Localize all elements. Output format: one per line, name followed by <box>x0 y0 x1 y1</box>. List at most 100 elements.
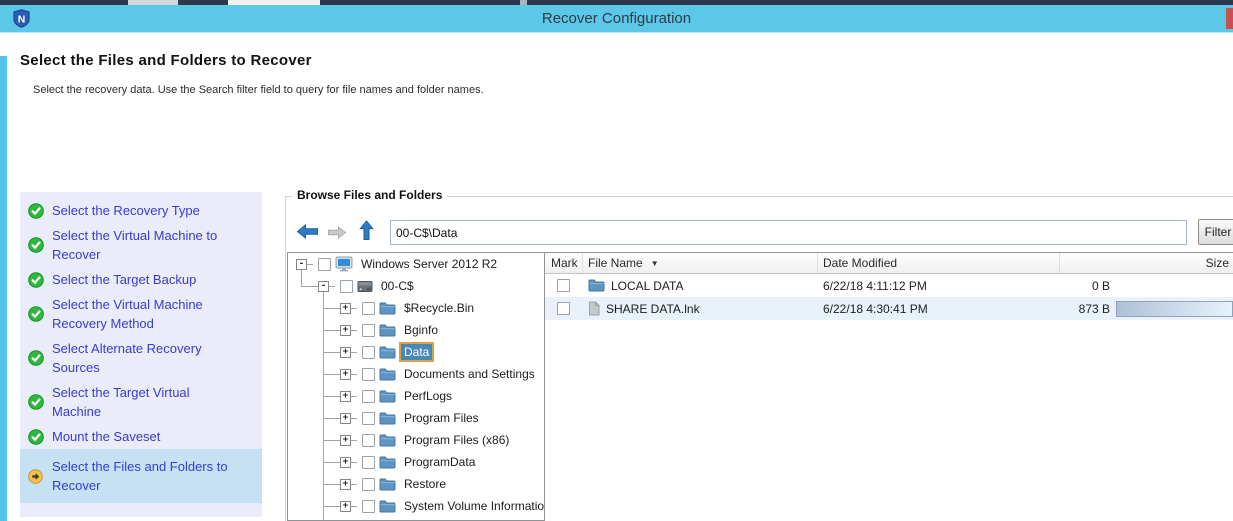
file-icon <box>588 301 600 316</box>
tree-connector-line <box>323 330 340 331</box>
filter-button[interactable]: Filter <box>1198 219 1233 245</box>
folder-icon <box>379 368 396 381</box>
tree-connector-line <box>323 352 340 353</box>
file-row[interactable]: SHARE DATA.lnk6/22/18 4:30:41 PM873 B <box>545 297 1233 320</box>
tree-connector-line <box>351 484 357 485</box>
tree-node[interactable]: + Restore <box>288 473 544 495</box>
tree-node[interactable]: + Program Files <box>288 407 544 429</box>
tree-node[interactable]: + Program Files (x86) <box>288 429 544 451</box>
column-header-date-modified[interactable]: Date Modified <box>818 253 1060 273</box>
tree-connector-line <box>301 270 302 287</box>
tree-node-label[interactable]: ProgramData <box>401 454 478 470</box>
file-list-body: LOCAL DATA6/22/18 4:11:12 PM0 BSHARE DAT… <box>545 274 1233 320</box>
expand-icon[interactable]: + <box>340 325 351 336</box>
expand-icon[interactable]: + <box>340 347 351 358</box>
tree-node-label[interactable]: Documents and Settings <box>401 366 538 382</box>
forward-button[interactable] <box>327 226 347 239</box>
wizard-step-label: Select the Target Virtual Machine <box>52 383 238 421</box>
wizard-step-label: Select the Recovery Type <box>52 201 238 220</box>
column-header-mark[interactable]: Mark <box>545 253 583 273</box>
wizard-step[interactable]: Select the Files and Folders to Recover <box>20 449 262 503</box>
tree-node-label[interactable]: Restore <box>401 476 449 492</box>
tree-node[interactable]: + Documents and Settings <box>288 363 544 385</box>
tree-node-label[interactable]: Windows Server 2012 R2 <box>358 256 500 272</box>
up-arrow-icon <box>359 220 374 241</box>
tree-node[interactable]: - 00-C$ <box>288 275 544 297</box>
expand-icon[interactable]: + <box>340 303 351 314</box>
tree-checkbox[interactable] <box>362 368 375 381</box>
tree-node-label[interactable]: $Recycle.Bin <box>401 300 477 316</box>
tree-checkbox[interactable] <box>362 412 375 425</box>
wizard-step-label: Select the Virtual Machine Recovery Meth… <box>52 295 238 333</box>
path-input[interactable] <box>390 220 1187 245</box>
tree-node-label[interactable]: Data <box>401 344 432 360</box>
file-row[interactable]: LOCAL DATA6/22/18 4:11:12 PM0 B <box>545 274 1233 297</box>
up-button[interactable] <box>359 220 374 241</box>
wizard-step[interactable]: Select Alternate Recovery Sources <box>20 336 262 380</box>
column-header-file-name[interactable]: File Name <box>583 253 818 273</box>
page-title: Select the Files and Folders to Recover <box>20 52 312 69</box>
step-done-icon <box>28 237 44 253</box>
wizard-step[interactable]: Select the Target Backup <box>20 267 262 292</box>
folder-icon <box>379 346 396 359</box>
tree-node[interactable]: - Windows Server 2012 R2 <box>288 253 544 275</box>
tree-checkbox[interactable] <box>362 456 375 469</box>
tree-node[interactable]: + ProgramData <box>288 451 544 473</box>
tree-connector-line <box>323 374 340 375</box>
wizard-step[interactable]: Select the Recovery Type <box>20 198 262 223</box>
tree-node[interactable]: + System Volume Information <box>288 495 544 517</box>
tree-connector-line <box>351 462 357 463</box>
tree-node-label[interactable]: Bginfo <box>401 322 441 338</box>
tree-node-label[interactable]: 00-C$ <box>378 278 417 294</box>
wizard-step[interactable]: Select the Virtual Machine to Recover <box>20 223 262 267</box>
folder-icon <box>379 390 396 403</box>
wizard-step-label: Mount the Saveset <box>52 427 238 446</box>
tree-checkbox[interactable] <box>340 280 353 293</box>
folder-icon <box>379 478 396 491</box>
tree-checkbox[interactable] <box>362 390 375 403</box>
tree-connector-line <box>351 418 357 419</box>
collapse-icon[interactable]: - <box>318 281 329 292</box>
expand-icon[interactable]: + <box>340 501 351 512</box>
collapse-icon[interactable]: - <box>296 259 307 270</box>
tree-node-label[interactable]: Program Files (x86) <box>401 432 512 448</box>
wizard-step[interactable]: Select the Virtual Machine Recovery Meth… <box>20 292 262 336</box>
tree-connector-line <box>323 292 324 520</box>
mark-checkbox[interactable] <box>557 279 570 292</box>
file-list-header: Mark File Name Date Modified Size <box>545 253 1233 274</box>
file-name: LOCAL DATA <box>611 279 683 293</box>
disk-icon <box>357 280 373 293</box>
tree-connector-line <box>323 440 340 441</box>
tree-checkbox[interactable] <box>362 500 375 513</box>
expand-icon[interactable]: + <box>340 413 351 424</box>
tree-checkbox[interactable] <box>362 478 375 491</box>
tree-checkbox[interactable] <box>318 258 331 271</box>
tree-node[interactable]: + Bginfo <box>288 319 544 341</box>
wizard-step[interactable]: Mount the Saveset <box>20 424 262 449</box>
tree-node-label[interactable]: PerfLogs <box>401 388 455 404</box>
expand-icon[interactable]: + <box>340 479 351 490</box>
expand-icon[interactable]: + <box>340 391 351 402</box>
tree-node[interactable]: + $Recycle.Bin <box>288 297 544 319</box>
tree-connector-line <box>351 396 357 397</box>
page-subtitle: Select the recovery data. Use the Search… <box>33 84 484 96</box>
mark-checkbox[interactable] <box>557 302 570 315</box>
tree-connector-line <box>323 462 340 463</box>
tree-checkbox[interactable] <box>362 346 375 359</box>
back-button[interactable] <box>296 224 319 239</box>
tree-connector-line <box>329 286 335 287</box>
expand-icon[interactable]: + <box>340 457 351 468</box>
tree-node-label[interactable]: Program Files <box>401 410 482 426</box>
tree-checkbox[interactable] <box>362 434 375 447</box>
tree-node[interactable]: + Data <box>288 341 544 363</box>
tree-node-label[interactable]: System Volume Information <box>401 498 545 514</box>
column-header-size[interactable]: Size <box>1060 253 1233 273</box>
tree-node[interactable]: + PerfLogs <box>288 385 544 407</box>
close-button[interactable] <box>1226 8 1233 29</box>
tree-connector-line <box>351 440 357 441</box>
expand-icon[interactable]: + <box>340 369 351 380</box>
expand-icon[interactable]: + <box>340 435 351 446</box>
tree-checkbox[interactable] <box>362 324 375 337</box>
tree-checkbox[interactable] <box>362 302 375 315</box>
wizard-step[interactable]: Select the Target Virtual Machine <box>20 380 262 424</box>
